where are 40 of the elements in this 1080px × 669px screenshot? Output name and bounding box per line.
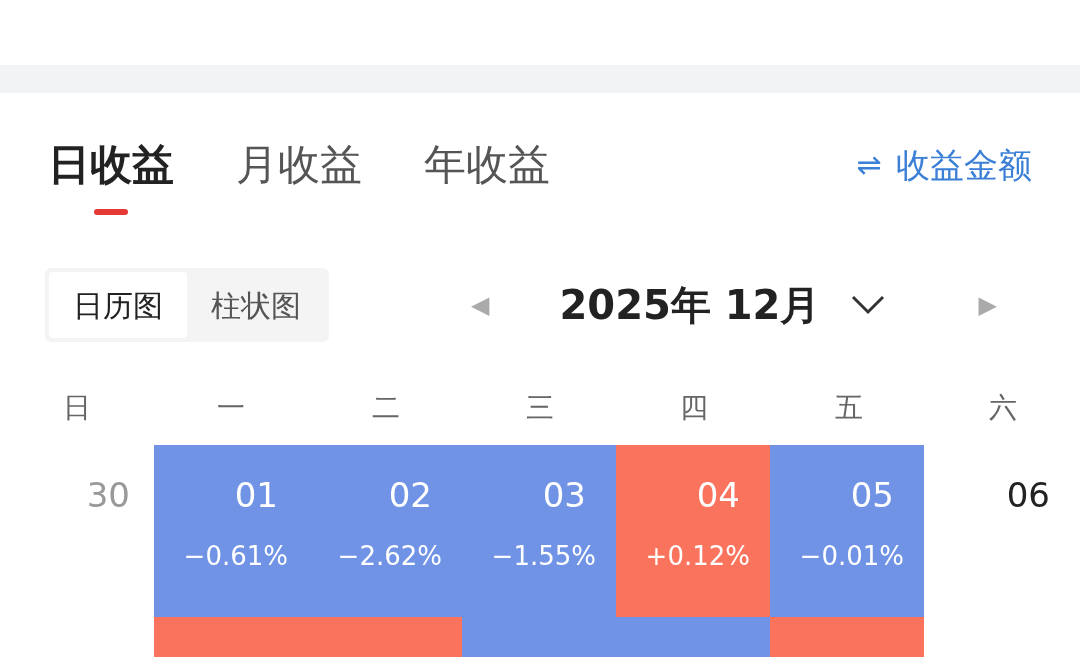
tab[interactable]: 年收益 — [424, 141, 550, 215]
view-toggle-option[interactable]: 柱状图 — [187, 272, 325, 338]
calendar-day-cell[interactable]: 01 −0.61% — [154, 445, 308, 617]
daily-change: +0.12% — [645, 540, 750, 573]
amount-switch-link[interactable]: ⇌ 收益金额 — [856, 141, 1032, 189]
month-title[interactable]: 2025年 12月 — [559, 275, 821, 335]
day-number: 30 — [86, 475, 130, 515]
calendar-day-cell[interactable]: 03 −1.55% — [462, 445, 616, 617]
weekday-label: 六 — [988, 390, 1017, 426]
tab[interactable]: 日收益 — [48, 141, 174, 215]
day-number: 06 — [1006, 475, 1050, 515]
weekday-label: 三 — [526, 390, 554, 426]
weekday-label: 四 — [680, 390, 709, 426]
tab[interactable]: 月收益 — [236, 141, 362, 215]
calendar-day-cell[interactable]: 05 −0.01% — [770, 445, 924, 617]
daily-change: −0.61% — [183, 540, 288, 573]
day-number: 01 — [234, 475, 278, 515]
calendar-day-cell[interactable] — [770, 617, 924, 657]
link-label: 收益金额 — [896, 144, 1032, 187]
daily-change: −1.55% — [491, 540, 596, 573]
daily-change: −0.01% — [799, 540, 904, 573]
day-number: 04 — [696, 475, 740, 515]
previous-month-button[interactable]: ◀ — [471, 287, 490, 323]
weekday-label: 五 — [834, 390, 863, 426]
daily-change: −2.62% — [337, 540, 442, 573]
day-number: 03 — [542, 475, 586, 515]
calendar-day-cell[interactable] — [616, 617, 770, 657]
weekday-label: 日 — [63, 390, 92, 426]
next-month-button[interactable]: ▶ — [978, 287, 997, 323]
calendar-day-cell[interactable]: 04 +0.12% — [616, 445, 770, 617]
calendar-day-cell[interactable] — [308, 617, 462, 657]
weekday-label: 一 — [217, 390, 246, 426]
view-toggle-option[interactable]: 日历图 — [49, 272, 187, 338]
day-number: 05 — [850, 475, 894, 515]
chevron-down-icon[interactable] — [850, 294, 887, 316]
calendar-day-cell[interactable] — [154, 617, 308, 657]
day-number: 02 — [388, 475, 432, 515]
weekday-label: 二 — [371, 390, 400, 426]
swap-icon: ⇌ — [856, 141, 882, 189]
calendar-day-cell[interactable]: 02 −2.62% — [308, 445, 462, 617]
